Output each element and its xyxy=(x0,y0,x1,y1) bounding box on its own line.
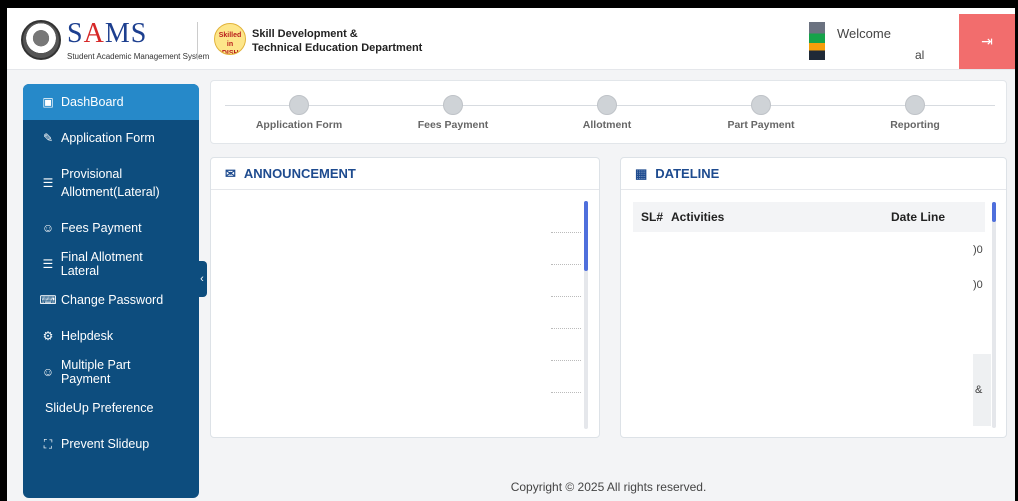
sidebar-item-application-form[interactable]: ✎ Application Form xyxy=(23,120,199,156)
column-sl: SL# xyxy=(641,210,664,224)
sidebar-item-label: Change Password xyxy=(61,293,164,307)
keyboard-icon: ⌨ xyxy=(39,293,57,307)
step-dot-fees-payment xyxy=(443,95,463,115)
app-frame: SAMS Student Academic Management System … xyxy=(7,8,1015,501)
sidebar-item-label: Provisional Allotment(Lateral) xyxy=(61,167,160,199)
sams-logo-text[interactable]: SAMS xyxy=(67,20,147,48)
sidebar-item-slideup-preference[interactable]: SlideUp Preference xyxy=(23,390,199,426)
calendar-icon: ▦ xyxy=(635,165,648,181)
megaphone-icon: ✉ xyxy=(225,165,236,181)
sidebar-item-label: Multiple Part Payment xyxy=(60,358,131,386)
sidebar-item-label: Fees Payment xyxy=(61,221,142,235)
list-icon: ☰ xyxy=(42,176,54,190)
sidebar-item-label: DashBoard xyxy=(61,95,124,109)
step-label-allotment: Allotment xyxy=(582,119,632,131)
hand-money-icon: ☺ xyxy=(41,365,55,379)
step-dot-application-form xyxy=(289,95,309,115)
dateline-panel: ▦ DATELINE SL# Activities Date Line )0 )… xyxy=(620,157,1007,438)
table-cell: )0 xyxy=(973,279,983,291)
department-name: Skill Development & Technical Education … xyxy=(252,27,422,55)
sidebar-item-prevent-slideup[interactable]: ⛶ Prevent Slideup xyxy=(23,426,199,462)
logo-subtitle: Student Academic Management System xyxy=(67,52,210,61)
logout-icon: ⇥ xyxy=(981,33,993,49)
sidebar-item-multiple-part-payment[interactable]: ☺ Multiple Part Payment xyxy=(23,354,199,390)
announcement-header: ✉ ANNOUNCEMENT xyxy=(211,158,599,190)
sidebar-item-label: Prevent Slideup xyxy=(61,437,150,451)
header-divider xyxy=(197,22,198,60)
announcement-divider xyxy=(551,392,581,393)
table-cell: & xyxy=(975,384,983,396)
announcement-divider xyxy=(551,328,581,329)
dateline-header: ▦ DATELINE xyxy=(621,158,1006,190)
step-dot-reporting xyxy=(905,95,925,115)
announcement-divider xyxy=(551,264,581,265)
dateline-scrollbar[interactable] xyxy=(992,202,996,428)
list-icon: ☰ xyxy=(42,257,54,271)
sidebar-item-final-allotment[interactable]: ☰ Final Allotment Lateral xyxy=(23,246,199,282)
column-date-line: Date Line xyxy=(891,210,946,224)
logout-button[interactable]: ⇥ xyxy=(959,14,1015,69)
step-label-part-payment: Part Payment xyxy=(727,119,795,131)
announcement-divider xyxy=(551,296,581,297)
edit-icon: ✎ xyxy=(42,131,54,145)
dept-line-1: Skill Development & xyxy=(252,28,358,40)
sidebar-item-change-password[interactable]: ⌨ Change Password xyxy=(23,282,199,318)
header: SAMS Student Academic Management System … xyxy=(7,8,1015,70)
dept-line-2: Technical Education Department xyxy=(252,42,423,54)
progress-tracker: Application Form Fees Payment Allotment … xyxy=(210,80,1007,144)
sidebar: ▣ DashBoard ✎ Application Form ☰ Provisi… xyxy=(23,84,199,498)
sidebar-item-label: Final Allotment Lateral xyxy=(60,250,143,278)
dateline-scroll-thumb[interactable] xyxy=(992,202,996,222)
monitor-icon: ▣ xyxy=(42,95,54,109)
footer-copyright: Copyright © 2025 All rights reserved. xyxy=(510,480,707,494)
user-photo-icon xyxy=(809,22,825,60)
step-label-reporting: Reporting xyxy=(890,119,940,131)
logo-ms: MS xyxy=(104,18,148,49)
step-label-application-form: Application Form xyxy=(255,119,343,131)
username-text: al xyxy=(915,48,925,62)
step-dot-part-payment xyxy=(751,95,771,115)
announcement-divider xyxy=(551,360,581,361)
chevron-left-icon: ‹ xyxy=(200,273,204,285)
sidebar-item-dashboard[interactable]: ▣ DashBoard xyxy=(23,84,199,120)
dateline-title: DATELINE xyxy=(655,166,720,181)
table-cell: )0 xyxy=(973,244,983,256)
logo-a: A xyxy=(83,18,105,49)
logo-s: S xyxy=(67,18,84,49)
odisha-emblem-logo xyxy=(21,20,61,60)
sidebar-item-label: Application Form xyxy=(61,131,155,145)
announcement-panel: ✉ ANNOUNCEMENT xyxy=(210,157,600,438)
skilled-in-odisha-logo: Skilled in ODISHA xyxy=(214,23,246,55)
dateline-table-header: SL# Activities Date Line xyxy=(633,202,985,232)
sidebar-item-label: Helpdesk xyxy=(61,329,114,343)
column-activities: Activities xyxy=(671,210,725,224)
expand-icon: ⛶ xyxy=(43,436,53,451)
sidebar-item-helpdesk[interactable]: ⚙ Helpdesk xyxy=(23,318,199,354)
sidebar-item-provisional-allotment[interactable]: ☰ Provisional Allotment(Lateral) xyxy=(23,156,199,210)
announcement-scroll-thumb[interactable] xyxy=(584,201,588,271)
step-dot-allotment xyxy=(597,95,617,115)
helpdesk-icon: ⚙ xyxy=(42,329,54,343)
step-label-fees-payment: Fees Payment xyxy=(417,119,489,131)
hand-money-icon: ☺ xyxy=(41,221,55,235)
sidebar-item-fees-payment[interactable]: ☺ Fees Payment xyxy=(23,210,199,246)
sidebar-item-label: SlideUp Preference xyxy=(45,401,154,415)
announcement-title: ANNOUNCEMENT xyxy=(243,166,356,181)
announcement-divider xyxy=(551,232,581,233)
sidebar-collapse-toggle[interactable]: ‹ xyxy=(197,261,207,297)
welcome-text: Welcome xyxy=(837,26,891,41)
